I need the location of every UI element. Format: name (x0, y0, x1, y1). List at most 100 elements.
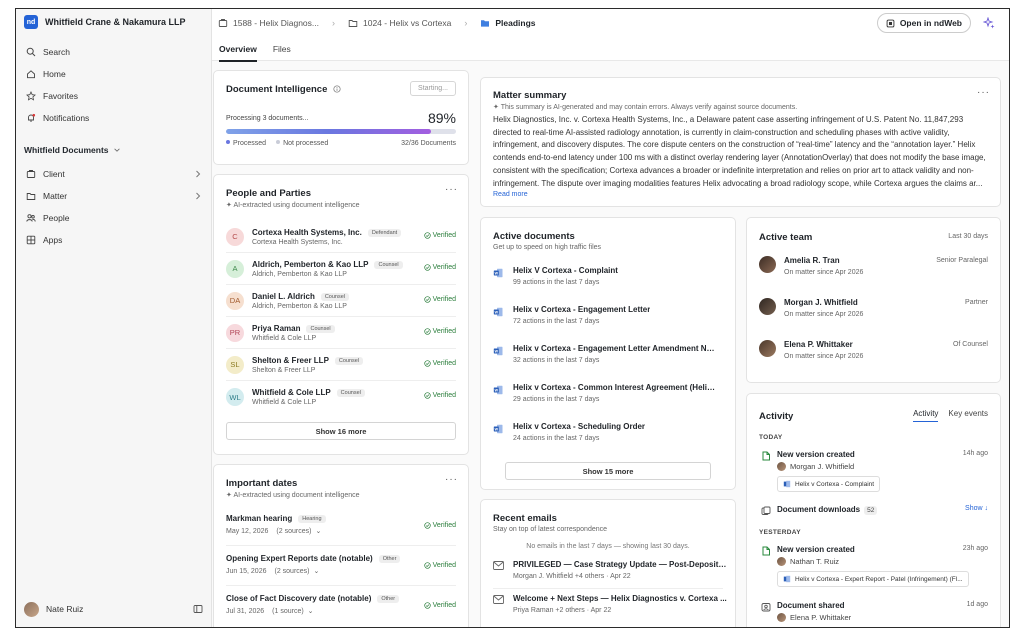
sources-dropdown[interactable]: (2 sources) ⌄ (274, 568, 319, 575)
search-icon (26, 47, 36, 57)
show-more-documents-button[interactable]: Show 15 more (505, 462, 711, 480)
show-downloads-link[interactable]: Show ↓ (965, 505, 988, 512)
read-more-link[interactable]: Read more (493, 191, 528, 198)
home-icon (27, 70, 35, 79)
active-document-row[interactable]: W Helix v Cortexa - Common Interest Agree… (493, 383, 723, 422)
person-row[interactable]: PR Priya Raman Counsel Whitfield & Cole LLP… (226, 317, 456, 349)
breadcrumb-separator: › (332, 18, 335, 28)
breadcrumb-client[interactable]: 1588 - Helix Diagnos... (218, 18, 319, 28)
document-chip[interactable]: Helix v Cortexa - Expert Report - Patel … (777, 571, 969, 587)
team-member-row[interactable]: Morgan J. Whitfield On matter since Apr 2… (759, 298, 988, 340)
document-info: Helix v Cortexa - Scheduling Order 24 act… (513, 422, 645, 442)
tab-key-events[interactable]: Key events (948, 409, 988, 422)
team-period: Last 30 days (948, 233, 988, 240)
activity-item[interactable]: New version created 14h ago Morgan J. Wh… (759, 450, 988, 500)
nav-favorites[interactable]: Favorites (16, 85, 211, 107)
breadcrumb-label: 1588 - Helix Diagnos... (233, 18, 319, 28)
sidebar-toggle-icon[interactable] (193, 604, 203, 614)
team-list: Amelia R. Tran On matter since Apr 2026 Se… (759, 256, 988, 382)
date-tag: Hearing (298, 515, 326, 523)
nav-search[interactable]: Search (16, 41, 211, 63)
email-row[interactable]: Welcome + Next Steps — Helix Diagnostics… (493, 589, 727, 623)
activity-item[interactable]: Document shared 1d ago Elena P. Whittake… (759, 601, 988, 627)
active-document-row[interactable]: W Helix v Cortexa - Scheduling Order 24 ac… (493, 422, 723, 461)
person-row[interactable]: WL Whitfield & Cole LLP Counsel Whitfield &… (226, 381, 456, 413)
user-profile[interactable]: Nate Ruiz (22, 599, 205, 619)
team-member-name: Elena P. Whittaker (784, 340, 853, 349)
nav-home[interactable]: Home (16, 63, 211, 85)
main-nav: Search Home Favorites Notifications (16, 41, 211, 129)
open-in-ndweb-button[interactable]: Open in ndWeb (876, 13, 971, 33)
starting-button[interactable]: Starting... (410, 81, 456, 96)
activity-time: 23h ago (962, 545, 988, 552)
breadcrumb-label: 1024 - Helix vs Cortexa (363, 18, 452, 28)
date-row[interactable]: Opening Expert Reports date (notable) Oth… (226, 546, 456, 586)
person-row[interactable]: SL Shelton & Freer LLP Counsel Shelton & Fr… (226, 349, 456, 381)
nav-people[interactable]: People (16, 207, 211, 229)
document-actions: 29 actions in the last 7 days (513, 396, 600, 403)
check-circle-icon (423, 392, 431, 399)
person-row[interactable]: C Cortexa Health Systems, Inc. Defendant Co… (226, 221, 456, 253)
more-options-button[interactable]: ··· (445, 184, 458, 195)
verified-badge: Verified (423, 264, 456, 271)
tab-activity[interactable]: Activity (913, 409, 939, 422)
person-org: Shelton & Freer LLP (252, 366, 316, 374)
activity-title: Document downloads 52 (777, 505, 988, 515)
chevron-right-icon (196, 192, 201, 200)
activity-item[interactable]: Document downloads 52 Show ↓ (759, 505, 988, 529)
nav-apps[interactable]: Apps (16, 229, 211, 251)
check-circle-icon (423, 296, 431, 303)
tab-files[interactable]: Files (273, 37, 291, 61)
disclaimer-text: This summary is AI-generated and may con… (500, 104, 798, 111)
more-options-button[interactable]: ··· (977, 87, 990, 98)
breadcrumb-current[interactable]: Pleadings (480, 18, 536, 28)
sources-dropdown[interactable]: (2 sources) ⌄ (276, 528, 321, 535)
activity-feed: TODAY New version created 14h ago Morgan… (759, 434, 988, 627)
nav-label: Search (43, 47, 70, 57)
activity-item[interactable]: New version created 23h ago Nathan T. Ru… (759, 545, 988, 595)
email-row[interactable]: PRIVILEGED — Case Strategy Update — Post… (493, 555, 728, 589)
activity-card: Activity Activity Key events TODAY New v… (746, 393, 1001, 627)
date-row[interactable]: Markman hearing Hearing May 12, 2026 (2 sou… (226, 506, 456, 546)
nav-client[interactable]: Client (16, 163, 211, 185)
show-more-people-button[interactable]: Show 16 more (226, 422, 456, 440)
person-row[interactable]: A Aldrich, Pemberton & Kao LLP Counsel Aldr… (226, 253, 456, 285)
team-member-row[interactable]: Elena P. Whittaker On matter since Apr 20… (759, 340, 988, 382)
activity-title: New version created (777, 450, 855, 459)
document-chip[interactable]: Helix v Cortexa - Complaint (777, 476, 881, 492)
role-tag: Counsel (336, 389, 365, 397)
email-subject: PRIVILEGED — Case Strategy Update — Post… (513, 560, 728, 569)
nav-matter[interactable]: Matter (16, 185, 211, 207)
team-member-row[interactable]: Amelia R. Tran On matter since Apr 2026 Se… (759, 256, 988, 298)
verified-badge: Verified (423, 562, 456, 569)
sources-dropdown[interactable]: (1 source) ⌄ (272, 608, 313, 615)
person-info: Aldrich, Pemberton & Kao LLP Counsel Aldri… (252, 260, 403, 278)
active-document-row[interactable]: W Helix v Cortexa - Engagement Letter 72 a… (493, 305, 723, 344)
more-options-button[interactable]: ··· (445, 474, 458, 485)
section-whitfield-documents[interactable]: Whitfield Documents (16, 139, 211, 161)
team-member-info: Morgan J. Whitfield On matter since Apr 2… (784, 298, 863, 318)
tab-overview[interactable]: Overview (219, 37, 257, 62)
card-title: Document Intelligence (226, 84, 328, 95)
nav-label: Home (43, 69, 66, 79)
section-nav: Client Matter People Apps (16, 163, 211, 251)
active-document-row[interactable]: W Helix v Cortexa - Engagement Letter Ame… (493, 344, 723, 383)
info-icon[interactable] (333, 85, 341, 93)
email-info: PRIVILEGED — Case Strategy Update — Post… (513, 560, 728, 580)
person-row[interactable]: DA Daniel L. Aldrich Counsel Aldrich, Pembe… (226, 285, 456, 317)
verified-badge: Verified (423, 296, 456, 303)
document-info: Helix V Cortexa - Complaint 99 actions in… (513, 266, 618, 286)
team-member-info: Elena P. Whittaker On matter since Apr 20… (784, 340, 863, 360)
date-row[interactable]: Close of Fact Discovery date (notable) Ot… (226, 586, 456, 626)
breadcrumb-matter[interactable]: 1024 - Helix vs Cortexa (348, 18, 451, 28)
breadcrumb: 1588 - Helix Diagnos... › 1024 - Helix v… (218, 18, 536, 28)
summary-text: Helix Diagnostics, Inc. v. Cortexa Healt… (493, 115, 986, 188)
word-doc-icon: W (493, 305, 513, 319)
active-document-row[interactable]: W Helix V Cortexa - Complaint 99 actions i… (493, 266, 723, 305)
initials-avatar: DA (226, 291, 244, 310)
actor-name: Elena P. Whittaker (790, 613, 852, 622)
ai-sparkle-icon[interactable] (983, 17, 995, 29)
mail-icon (493, 594, 513, 606)
brand[interactable]: nd Whitfield Crane & Nakamura LLP (16, 9, 211, 35)
nav-notifications[interactable]: Notifications (16, 107, 211, 129)
